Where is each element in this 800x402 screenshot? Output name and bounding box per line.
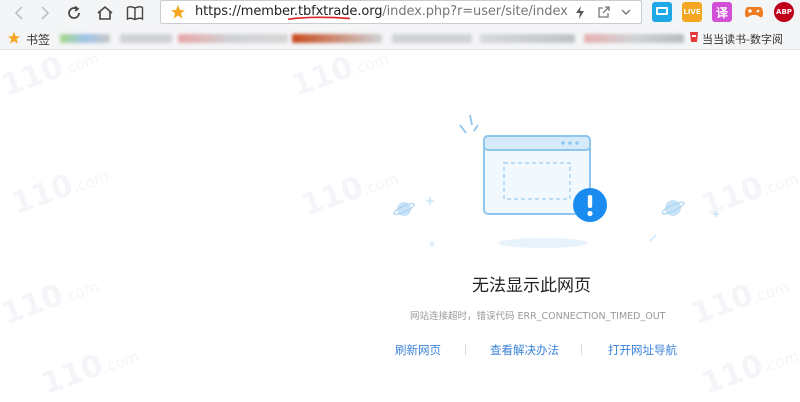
back-arrow-icon [14,6,23,20]
url-text[interactable]: https://member.tbfxtrade.org/index.php?r… [195,4,568,19]
chevron-down-icon[interactable] [621,8,631,16]
reader-button[interactable] [124,2,146,24]
divider [465,344,466,355]
watermark: 110.com [697,347,800,402]
bookmark-star-icon [7,31,21,44]
home-button[interactable] [94,2,116,24]
reload-button[interactable] [63,2,85,24]
lightning-icon[interactable] [575,6,585,19]
error-title: 无法显示此网页 [472,276,591,296]
home-icon [97,5,113,20]
url-path: /index.php?r=user/site/index [382,4,568,19]
address-bar[interactable]: https://member.tbfxtrade.org/index.php?r… [160,0,642,24]
error-page: 110.com 110.com 110.com 110.com 110.com … [0,49,800,402]
watermark: 110.com [37,347,142,402]
share-icon[interactable] [597,5,611,19]
live-extension[interactable]: LIVE [682,2,702,22]
screen-icon [656,7,668,15]
dangdang-icon [690,32,698,42]
blurred-bookmark[interactable] [480,34,575,43]
blurred-bookmark[interactable] [178,34,288,43]
star-icon[interactable] [170,4,186,20]
watermark: 110.com [7,167,112,222]
blurred-bookmark[interactable] [584,34,684,43]
divider [581,344,582,355]
watermark: 110.com [0,277,102,332]
watermark: 110.com [687,277,792,332]
screenshot-extension[interactable] [652,2,672,22]
error-illustration [393,114,719,248]
open-navigation-link[interactable]: 打开网址导航 [608,342,677,358]
blurred-bookmark[interactable] [392,34,472,43]
bookmarks-bar: 书签 当当读书-数字阅 [0,26,800,50]
view-solution-link[interactable]: 查看解决办法 [490,342,559,358]
back-button[interactable] [8,2,30,24]
reload-icon [68,5,80,19]
bookmark-dangdang[interactable]: 当当读书-数字阅 [702,31,783,47]
gamepad-icon [744,7,764,18]
adblock-extension[interactable]: ABP [774,2,794,22]
bookmarks-label[interactable]: 书签 [26,31,50,48]
url-highlight-underline [288,16,350,21]
browser-toolbar: https://member.tbfxtrade.org/index.php?r… [0,0,800,26]
translate-extension[interactable]: 译 [712,2,732,22]
error-detail: 网站连接超时，错误代码 ERR_CONNECTION_TIMED_OUT [410,311,666,322]
game-extension[interactable] [744,2,764,22]
refresh-link[interactable]: 刷新网页 [395,342,441,358]
book-icon [126,6,144,21]
forward-arrow-icon [41,6,50,20]
blurred-bookmark[interactable] [120,34,172,43]
forward-button[interactable] [34,2,56,24]
